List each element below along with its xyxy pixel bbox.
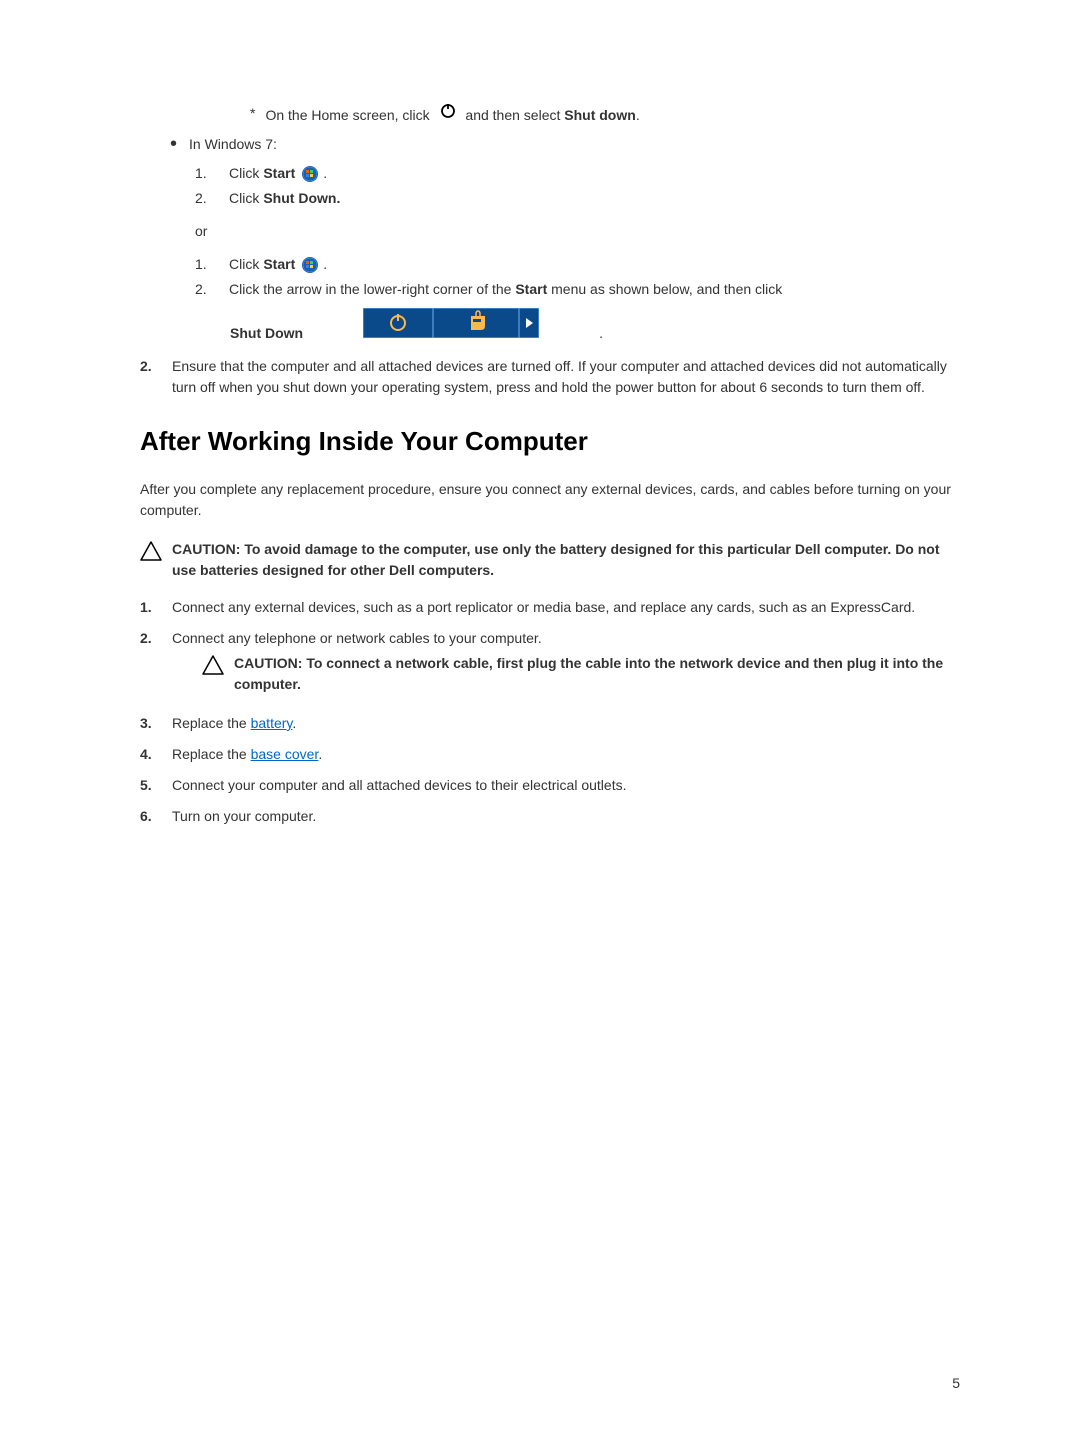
text-segment: Replace the — [172, 715, 251, 731]
step-text: Connect any telephone or network cables … — [172, 630, 542, 646]
list-item: 2. Click the arrow in the lower-right co… — [195, 279, 960, 300]
step-number: 2. — [140, 356, 158, 398]
shutdown-graphic-row: Shut Down . — [230, 308, 960, 344]
step-number: 6. — [140, 806, 158, 827]
item-number: 2. — [195, 279, 211, 300]
shut-down-text: Shut Down — [230, 323, 303, 344]
item-content: Click Start . — [229, 163, 327, 184]
text-segment: menu as shown below, and then click — [551, 281, 782, 297]
power-icon — [438, 100, 458, 120]
period: . — [599, 323, 603, 344]
bullet-marker: • — [170, 134, 177, 155]
text-segment: On the Home screen, click — [265, 107, 429, 123]
step-content: Connect any telephone or network cables … — [172, 628, 960, 703]
sub-bullet-home-screen: * On the Home screen, click and then sel… — [250, 100, 960, 126]
step-text: Replace the base cover. — [172, 744, 322, 765]
step-number: 3. — [140, 713, 158, 734]
bullet-text: In Windows 7: — [189, 134, 277, 155]
text-segment: Replace the — [172, 746, 251, 762]
shut-down-label: Shut Down. — [263, 188, 340, 209]
item-content: Click the arrow in the lower-right corne… — [229, 279, 782, 300]
text-segment: Click — [229, 254, 259, 275]
shut-down-label: Shut down — [564, 107, 636, 123]
caution-triangle-icon — [140, 541, 162, 567]
battery-link[interactable]: battery — [251, 715, 293, 731]
step-text: Connect any external devices, such as a … — [172, 597, 915, 618]
caution-block-1: CAUTION: To avoid damage to the computer… — [140, 539, 960, 581]
start-label: Start — [515, 281, 547, 297]
bullet-windows-7: • In Windows 7: — [170, 134, 960, 155]
static-text: On the Home screen, click and then selec… — [265, 100, 639, 126]
step-text: Replace the battery. — [172, 713, 296, 734]
step-number: 5. — [140, 775, 158, 796]
step-4: 4. Replace the base cover. — [140, 744, 960, 765]
step-6: 6. Turn on your computer. — [140, 806, 960, 827]
caution-text: CAUTION: To avoid damage to the computer… — [172, 539, 960, 581]
item-content: Click Start . — [229, 254, 327, 275]
caution-block-2: CAUTION: To connect a network cable, fir… — [202, 653, 960, 695]
numbered-list-1: 1. Click Start . 2. Click Shut Down. — [195, 163, 960, 209]
start-orb-icon — [301, 256, 319, 274]
text-segment: Click the arrow in the lower-right corne… — [229, 281, 511, 297]
step-3: 3. Replace the battery. — [140, 713, 960, 734]
item-number: 2. — [195, 188, 211, 209]
step-1: 1. Connect any external devices, such as… — [140, 597, 960, 618]
caution-triangle-icon — [202, 655, 224, 681]
caution-text: CAUTION: To connect a network cable, fir… — [234, 653, 960, 695]
step-text: Turn on your computer. — [172, 806, 316, 827]
start-label: Start — [263, 163, 295, 184]
main-step-2: 2. Ensure that the computer and all atta… — [140, 356, 960, 398]
item-number: 1. — [195, 254, 211, 275]
item-content: Click Shut Down. — [229, 188, 340, 209]
base-cover-link[interactable]: base cover — [251, 746, 319, 762]
asterisk-marker: * — [250, 103, 255, 124]
step-5: 5. Connect your computer and all attache… — [140, 775, 960, 796]
step-2: 2. Connect any telephone or network cabl… — [140, 628, 960, 703]
shutdown-button-graphic — [363, 308, 539, 344]
section-heading: After Working Inside Your Computer — [140, 422, 960, 461]
step-number: 4. — [140, 744, 158, 765]
step-text: Connect your computer and all attached d… — [172, 775, 626, 796]
start-label: Start — [263, 254, 295, 275]
text-segment: Click — [229, 188, 259, 209]
numbered-list-2: 1. Click Start . 2. Click the arrow in t… — [195, 254, 960, 300]
start-orb-icon — [301, 165, 319, 183]
step-text: Ensure that the computer and all attache… — [172, 356, 960, 398]
text-segment: Click — [229, 163, 259, 184]
list-item: 1. Click Start . — [195, 163, 960, 184]
page-number: 5 — [952, 1373, 960, 1394]
intro-paragraph: After you complete any replacement proce… — [140, 479, 960, 521]
or-separator: or — [195, 221, 960, 242]
step-number: 1. — [140, 597, 158, 618]
list-item: 2. Click Shut Down. — [195, 188, 960, 209]
text-segment: and then select — [465, 107, 560, 123]
list-item: 1. Click Start . — [195, 254, 960, 275]
step-number: 2. — [140, 628, 158, 703]
item-number: 1. — [195, 163, 211, 184]
